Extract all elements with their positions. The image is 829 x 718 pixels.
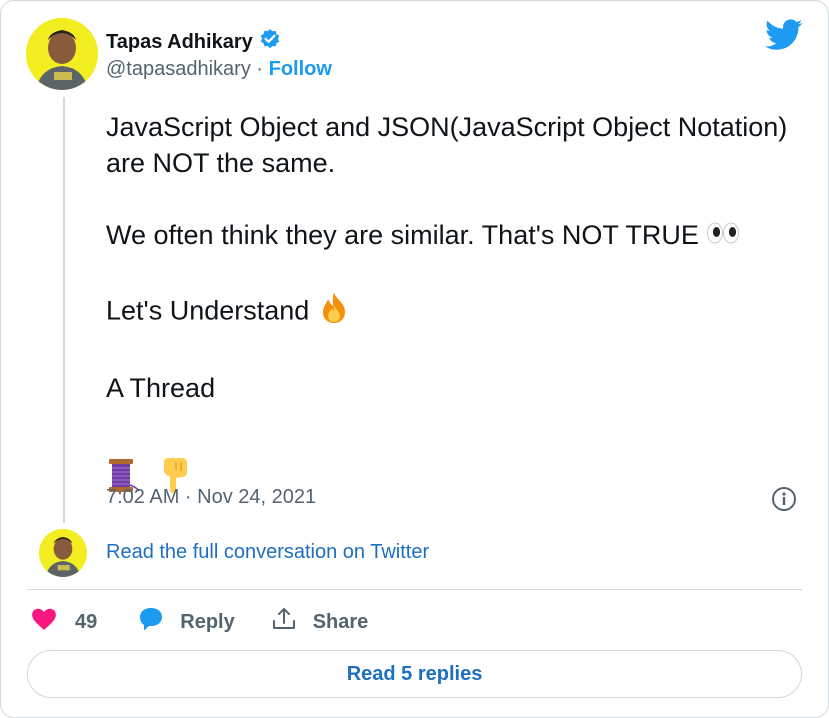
reply-label: Reply xyxy=(180,610,235,633)
tweet-text: JavaScript Object and JSON(JavaScript Ob… xyxy=(106,109,806,503)
fire-emoji xyxy=(317,291,351,334)
reply-bubble-icon xyxy=(137,606,165,638)
tweet-line-3: Let's Understand xyxy=(106,291,806,334)
tweet-card: Tapas Adhikary @tapasadhikary · Follow J… xyxy=(0,0,829,718)
like-button[interactable]: 49 xyxy=(31,607,97,637)
read-full-conversation-link[interactable]: Read the full conversation on Twitter xyxy=(106,541,429,564)
author-name-row[interactable]: Tapas Adhikary xyxy=(106,28,281,56)
tweet-timestamp[interactable]: 7:02 AM · Nov 24, 2021 xyxy=(106,486,316,509)
author-avatar[interactable] xyxy=(26,18,98,90)
tweet-line-4: A Thread xyxy=(106,372,216,403)
reply-button[interactable]: Reply xyxy=(137,606,235,638)
twitter-bird-icon[interactable] xyxy=(765,19,803,56)
heart-icon xyxy=(31,607,57,637)
share-upload-icon xyxy=(271,606,297,638)
divider xyxy=(27,589,802,590)
follow-link[interactable]: Follow xyxy=(269,58,332,80)
read-replies-button[interactable]: Read 5 replies xyxy=(27,650,802,698)
like-count: 49 xyxy=(75,610,98,633)
thread-connector-line xyxy=(63,97,65,523)
author-handle-row: @tapasadhikary · Follow xyxy=(106,58,332,81)
tweet-line-2: We often think they are similar. That's … xyxy=(106,217,806,255)
eyes-emoji xyxy=(706,219,740,255)
share-button[interactable]: Share xyxy=(271,606,369,638)
conversation-avatar[interactable] xyxy=(39,529,87,577)
verified-badge-icon xyxy=(259,28,281,56)
author-name[interactable]: Tapas Adhikary xyxy=(106,31,253,54)
read-replies-label: Read 5 replies xyxy=(346,662,483,685)
share-label: Share xyxy=(312,610,369,633)
action-bar: 49 Reply Share xyxy=(31,605,368,639)
author-handle[interactable]: @tapasadhikary xyxy=(106,58,251,80)
info-icon[interactable] xyxy=(771,486,797,517)
tweet-line-1: JavaScript Object and JSON(JavaScript Ob… xyxy=(106,112,788,178)
separator-dot: · xyxy=(256,58,264,80)
